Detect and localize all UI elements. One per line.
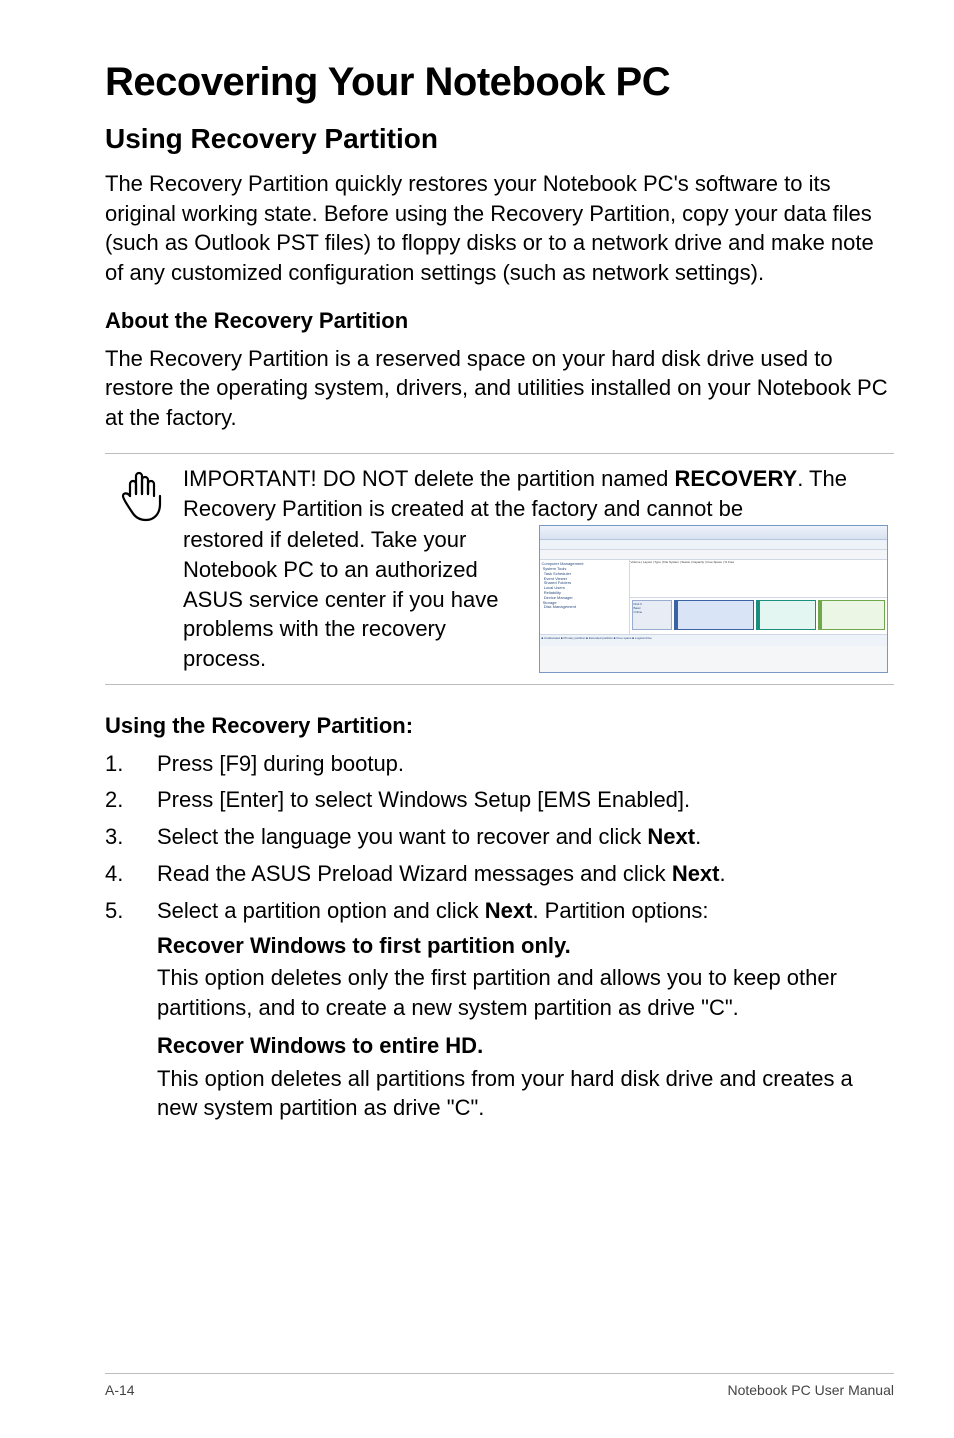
dm-table: Volume | Layout | Type | File System | S… bbox=[630, 560, 888, 598]
about-body: The Recovery Partition is a reserved spa… bbox=[105, 344, 894, 433]
recover-entire-body: This option deletes all partitions from … bbox=[157, 1064, 894, 1123]
step-5-bold: Next bbox=[485, 898, 533, 923]
step-2-text: Press [Enter] to select Windows Setup [E… bbox=[157, 787, 690, 812]
intro-paragraph: The Recovery Partition quickly restores … bbox=[105, 169, 894, 288]
recover-first-title: Recover Windows to first partition only. bbox=[157, 931, 894, 962]
step-5-post: . Partition options: bbox=[532, 898, 708, 923]
section-using-recovery-partition: Using Recovery Partition bbox=[105, 123, 894, 155]
callout-line1-pre: IMPORTANT! DO NOT delete the partition n… bbox=[183, 466, 675, 491]
callout-line1-bold: RECOVERY bbox=[675, 466, 798, 491]
callout-line1: IMPORTANT! DO NOT delete the partition n… bbox=[183, 464, 894, 523]
dm-titlebar bbox=[540, 526, 888, 540]
step-3: Select the language you want to recover … bbox=[105, 822, 894, 853]
hand-icon bbox=[118, 466, 168, 522]
step-4-pre: Read the ASUS Preload Wizard messages an… bbox=[157, 861, 672, 886]
dm-disk-label: Disk 0BasicOnline bbox=[632, 600, 672, 630]
hand-icon-cell bbox=[105, 454, 179, 522]
page-title: Recovering Your Notebook PC bbox=[105, 60, 894, 105]
dm-body: Computer Management System Tools Task Sc… bbox=[540, 560, 888, 634]
page-footer: A-14 Notebook PC User Manual bbox=[105, 1373, 894, 1398]
important-callout: IMPORTANT! DO NOT delete the partition n… bbox=[105, 453, 894, 685]
step-3-pre: Select the language you want to recover … bbox=[157, 824, 647, 849]
step-1-text: Press [F9] during bootup. bbox=[157, 751, 404, 776]
step-4-bold: Next bbox=[672, 861, 720, 886]
dm-legend: ■ Unallocated ■ Primary partition ■ Exte… bbox=[540, 634, 888, 646]
footer-manual-title: Notebook PC User Manual bbox=[727, 1382, 894, 1398]
steps-list: Press [F9] during bootup. Press [Enter] … bbox=[105, 749, 894, 1123]
step-4: Read the ASUS Preload Wizard messages an… bbox=[105, 859, 894, 890]
callout-line2: restored if deleted. Take your Notebook … bbox=[183, 525, 539, 673]
step-4-post: . bbox=[720, 861, 726, 886]
dm-main: Volume | Layout | Type | File System | S… bbox=[630, 560, 888, 634]
step-3-post: . bbox=[695, 824, 701, 849]
dm-partition-vista bbox=[756, 600, 816, 630]
dm-toolbar bbox=[540, 550, 888, 560]
callout-lower: restored if deleted. Take your Notebook … bbox=[183, 525, 894, 673]
recover-first-body: This option deletes only the first parti… bbox=[157, 963, 894, 1022]
dm-tree: Computer Management System Tools Task Sc… bbox=[540, 560, 630, 634]
dm-partition-primary bbox=[674, 600, 754, 630]
step-2: Press [Enter] to select Windows Setup [E… bbox=[105, 785, 894, 816]
dm-menubar bbox=[540, 540, 888, 550]
footer-page-number: A-14 bbox=[105, 1382, 135, 1398]
recover-entire-title: Recover Windows to entire HD. bbox=[157, 1031, 894, 1062]
step-3-bold: Next bbox=[647, 824, 695, 849]
callout-content: IMPORTANT! DO NOT delete the partition n… bbox=[179, 454, 894, 684]
dm-disk-row: Disk 0BasicOnline bbox=[630, 598, 888, 632]
dm-partition-recovery bbox=[818, 600, 886, 630]
step-1: Press [F9] during bootup. bbox=[105, 749, 894, 780]
step-5-pre: Select a partition option and click bbox=[157, 898, 485, 923]
step-5: Select a partition option and click Next… bbox=[105, 896, 894, 1123]
about-heading: About the Recovery Partition bbox=[105, 308, 894, 334]
disk-management-screenshot: Computer Management System Tools Task Sc… bbox=[539, 525, 889, 673]
using-heading: Using the Recovery Partition: bbox=[105, 713, 894, 739]
